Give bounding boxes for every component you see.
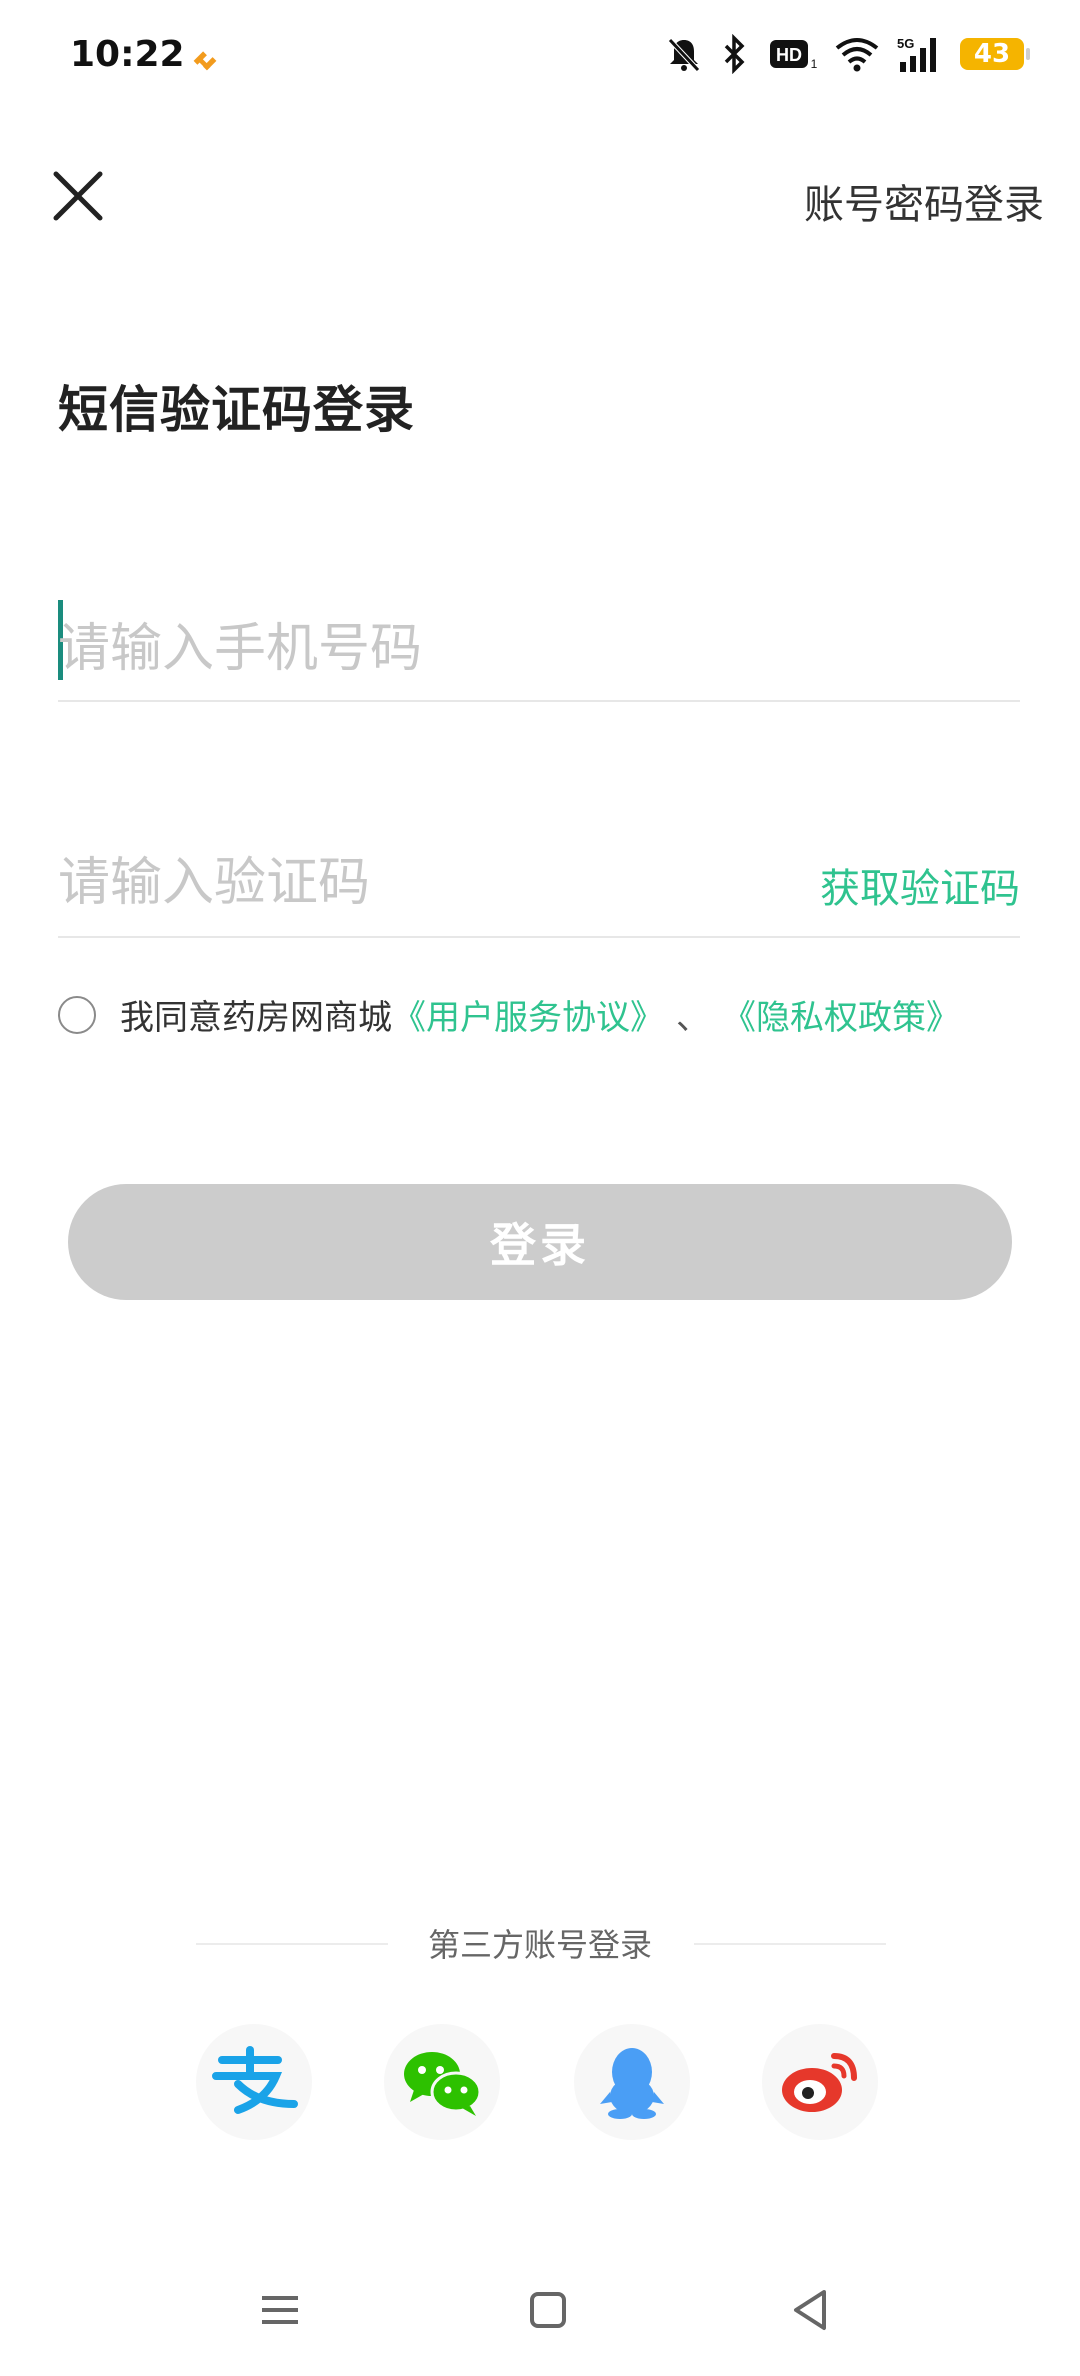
- wechat-icon: [404, 2052, 482, 2116]
- agree-checkbox[interactable]: [58, 995, 96, 1034]
- third-party-icons: [0, 2024, 1080, 2144]
- status-time: 10:22: [70, 34, 185, 75]
- system-nav-bar: [0, 2270, 1080, 2350]
- svg-text:HD: HD: [776, 45, 802, 65]
- terms-link[interactable]: 《用户服务协议》: [392, 990, 664, 1039]
- agreement-row: 我同意药房网商城 《用户服务协议》 、 《隐私权政策》: [58, 990, 960, 1039]
- home-icon[interactable]: [508, 2270, 588, 2350]
- bluetooth-icon: [720, 34, 752, 74]
- app-brand-icon: [193, 51, 217, 71]
- code-input[interactable]: [58, 848, 758, 918]
- qq-icon: [600, 2048, 664, 2119]
- close-icon[interactable]: [50, 168, 106, 224]
- phone-field: [58, 590, 1020, 702]
- get-code-button[interactable]: 获取验证码: [820, 856, 1020, 914]
- status-bar: 10:22 HD 1 5G 43: [0, 0, 1080, 120]
- wifi-icon: [834, 34, 880, 74]
- signal-icon: 5G: [896, 34, 944, 74]
- battery-icon: 43: [960, 38, 1030, 70]
- alipay-login-button[interactable]: [196, 2024, 312, 2140]
- status-icons: HD 1 5G 43: [664, 34, 1030, 74]
- third-party-label: 第三方账号登录: [427, 1926, 652, 1964]
- login-button[interactable]: 登录: [68, 1184, 1012, 1300]
- privacy-link[interactable]: 《隐私权政策》: [722, 990, 960, 1039]
- agreement-text: 我同意药房网商城: [120, 998, 392, 1038]
- phone-input[interactable]: [58, 614, 1020, 684]
- mute-bell-icon: [664, 34, 704, 74]
- weibo-login-button[interactable]: [762, 2024, 878, 2140]
- agreement-separator: 、: [676, 998, 710, 1038]
- password-login-link[interactable]: 账号密码登录: [804, 172, 1044, 230]
- svg-text:1: 1: [811, 57, 818, 71]
- battery-level: 43: [973, 39, 1011, 69]
- weibo-icon: [782, 2053, 857, 2112]
- hd-icon: HD 1: [768, 34, 818, 74]
- wechat-login-button[interactable]: [384, 2024, 500, 2140]
- login-page: 10:22 HD 1 5G 43 账号密码登录 短信验证码登录 请输入手机号码 …: [0, 0, 1080, 2376]
- divider-right: [694, 1943, 886, 1945]
- network-type-label: 5G: [897, 36, 914, 51]
- code-field: 获取验证码: [58, 826, 1020, 938]
- qq-login-button[interactable]: [574, 2024, 690, 2140]
- alipay-icon: [212, 2046, 298, 2114]
- page-title: 短信验证码登录: [58, 381, 415, 439]
- back-icon[interactable]: [770, 2270, 850, 2350]
- menu-icon[interactable]: [240, 2270, 320, 2350]
